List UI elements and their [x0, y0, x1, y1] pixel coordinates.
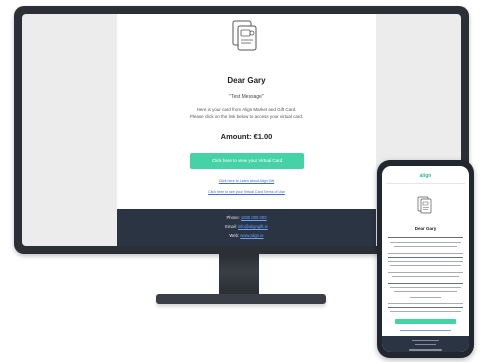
phone-body-line	[394, 246, 457, 248]
footer-web-label: Web:	[229, 233, 240, 238]
footer-email-label: Email:	[225, 224, 237, 229]
phone-body-line	[388, 307, 463, 309]
email-message-text: Test Message	[231, 94, 262, 100]
phone-footer-line	[412, 340, 439, 342]
learn-about-link[interactable]: Click here to Learn about Align Gift	[117, 179, 376, 183]
footer-phone-row: Phone: 1800 000 000	[117, 215, 376, 220]
phone-body-line	[388, 253, 463, 255]
phone-body-line	[390, 311, 461, 313]
phone-header-divider	[386, 183, 465, 184]
footer-phone-label: Phone:	[226, 215, 240, 220]
phone-view-card-button[interactable]	[395, 319, 456, 324]
phone-body-line	[390, 265, 461, 267]
virtual-card-document-icon	[417, 196, 432, 214]
phone-body-line	[388, 261, 463, 263]
monitor-stand-neck	[219, 254, 259, 296]
phone-screen: align Dear Gary	[382, 166, 469, 352]
email-message: "Test Message"	[229, 94, 264, 100]
phone-body-line	[390, 287, 461, 289]
phone-home-indicator	[409, 349, 442, 351]
email-panel: Dear Gary "Test Message" Here is your ca…	[117, 14, 376, 209]
monitor-stand-base	[156, 294, 326, 304]
footer-web-value[interactable]: www.align.ie	[240, 233, 263, 238]
footer-email-row: Email: info@aligngift.ie	[117, 224, 376, 229]
footer-phone-value[interactable]: 1800 000 000	[241, 215, 267, 220]
view-virtual-card-button[interactable]: Click here to view your Virtual Card	[190, 153, 304, 169]
phone-footer-line	[415, 344, 436, 346]
footer-email-value[interactable]: info@aligngift.ie	[238, 224, 268, 229]
phone-body-line	[392, 276, 459, 278]
phone-body-line	[388, 272, 463, 274]
virtual-card-document-icon	[232, 20, 257, 51]
phone-link[interactable]	[400, 330, 451, 332]
phone-brand-logo: align	[419, 173, 432, 179]
email-body-line-2: Please click on the link below to access…	[189, 113, 304, 119]
phone-body-line	[410, 297, 441, 299]
mobile-phone: align Dear Gary	[377, 160, 474, 358]
phone-body-line	[394, 291, 457, 293]
phone-body-line	[388, 283, 463, 285]
phone-email-greeting: Dear Gary	[414, 226, 437, 231]
footer-web-row: Web: www.align.ie	[117, 233, 376, 238]
phone-body-line	[388, 303, 463, 305]
phone-body-line	[388, 237, 463, 239]
phone-body-line	[388, 257, 463, 259]
email-greeting: Dear Gary	[227, 76, 266, 85]
phone-body-line	[390, 242, 461, 244]
email-amount: Amount: €1.00	[220, 132, 273, 141]
terms-of-use-link[interactable]: Click here to see your Virtual Card Term…	[117, 190, 376, 194]
email-body: Here is your card from Align Market and …	[157, 107, 336, 120]
email-footer: Phone: 1800 000 000 Email: info@aligngif…	[117, 209, 376, 246]
product-mockup: Dear Gary "Test Message" Here is your ca…	[0, 0, 488, 362]
